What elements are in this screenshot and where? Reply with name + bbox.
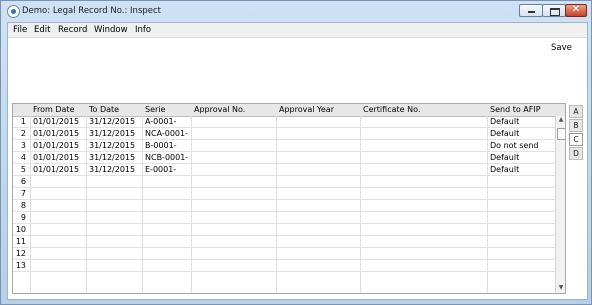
to-date-cell[interactable]: 31/12/2015: [89, 153, 135, 162]
from-date-cell[interactable]: 01/01/2015: [33, 117, 79, 126]
table-row[interactable]: 6: [13, 176, 556, 188]
row-number: 1: [20, 117, 26, 126]
row-number: 2: [20, 129, 26, 138]
maximize-icon: [550, 8, 560, 16]
table-row[interactable]: 4 01/01/2015 31/12/2015 NCB-0001- Defaul…: [13, 152, 556, 164]
scroll-thumb[interactable]: [557, 128, 565, 140]
serie-cell[interactable]: A-0001-: [145, 117, 176, 126]
row-number: 5: [20, 165, 26, 174]
row-number: 4: [20, 153, 26, 162]
menu-bar: File Edit Record Window Info: [8, 23, 587, 38]
menu-record[interactable]: Record: [58, 25, 87, 35]
client-area: File Edit Record Window Info Save From D…: [7, 22, 588, 300]
tab-b[interactable]: B: [569, 119, 583, 132]
to-date-cell[interactable]: 31/12/2015: [89, 117, 135, 126]
minimize-icon: [528, 11, 535, 13]
column-header-serie[interactable]: Serie: [145, 105, 165, 114]
row-number: 12: [15, 249, 26, 258]
send-to-afip-cell[interactable]: Default: [490, 117, 519, 126]
row-number: 6: [20, 177, 26, 186]
serie-cell[interactable]: B-0001-: [145, 141, 177, 150]
table-row[interactable]: 12: [13, 248, 556, 260]
column-header-send-to-afip[interactable]: Send to AFIP: [490, 105, 541, 114]
from-date-cell[interactable]: 01/01/2015: [33, 141, 79, 150]
serie-cell[interactable]: NCB-0001-: [145, 153, 188, 162]
send-to-afip-cell[interactable]: Default: [490, 129, 519, 138]
close-icon: ✕: [571, 4, 581, 15]
column-header-approval-no[interactable]: Approval No.: [194, 105, 245, 114]
column-header-approval-year[interactable]: Approval Year: [279, 105, 334, 114]
table-row[interactable]: 7: [13, 188, 556, 200]
row-number: 11: [15, 237, 26, 246]
table-row[interactable]: 1 01/01/2015 31/12/2015 A-0001- Default: [13, 116, 556, 128]
tab-d[interactable]: D: [569, 147, 583, 160]
from-date-cell[interactable]: 01/01/2015: [33, 165, 79, 174]
serie-cell[interactable]: NCA-0001-: [145, 129, 188, 138]
menu-edit[interactable]: Edit: [34, 25, 50, 35]
table-row[interactable]: 11: [13, 236, 556, 248]
row-number: 7: [20, 189, 26, 198]
vertical-scrollbar[interactable]: ▲ ▼: [555, 116, 565, 293]
table-row[interactable]: 8: [13, 200, 556, 212]
minimize-button[interactable]: [519, 4, 543, 17]
row-number: 10: [15, 225, 26, 234]
app-window: Demo: Legal Record No.: Inspect ✕ File E…: [0, 0, 592, 305]
table-row[interactable]: 5 01/01/2015 31/12/2015 E-0001- Default: [13, 164, 556, 176]
row-number: 8: [20, 201, 26, 210]
menu-file[interactable]: File: [13, 25, 27, 35]
save-button[interactable]: Save: [551, 43, 572, 53]
table-row[interactable]: 2 01/01/2015 31/12/2015 NCA-0001- Defaul…: [13, 128, 556, 140]
row-number: 13: [15, 261, 26, 270]
table-row[interactable]: 9: [13, 212, 556, 224]
to-date-cell[interactable]: 31/12/2015: [89, 165, 135, 174]
table-row[interactable]: 10: [13, 224, 556, 236]
table-row[interactable]: 13: [13, 260, 556, 272]
from-date-cell[interactable]: 01/01/2015: [33, 129, 79, 138]
row-number: 9: [20, 213, 26, 222]
menu-info[interactable]: Info: [135, 25, 151, 35]
serie-cell[interactable]: E-0001-: [145, 165, 176, 174]
menu-window[interactable]: Window: [94, 25, 128, 35]
to-date-cell[interactable]: 31/12/2015: [89, 129, 135, 138]
window-title: Demo: Legal Record No.: Inspect: [22, 6, 162, 16]
close-button[interactable]: ✕: [565, 4, 587, 17]
from-date-cell[interactable]: 01/01/2015: [33, 153, 79, 162]
to-date-cell[interactable]: 31/12/2015: [89, 141, 135, 150]
maximize-button[interactable]: [542, 4, 566, 17]
send-to-afip-cell[interactable]: Default: [490, 165, 519, 174]
tab-c[interactable]: C: [569, 133, 583, 146]
data-grid: From Date To Date Serie Approval No. App…: [12, 103, 566, 294]
row-number: 3: [20, 141, 26, 150]
scroll-down-icon[interactable]: ▼: [556, 284, 565, 293]
title-bar[interactable]: Demo: Legal Record No.: Inspect ✕: [1, 1, 591, 21]
table-row[interactable]: 3 01/01/2015 31/12/2015 B-0001- Do not s…: [13, 140, 556, 152]
scroll-up-icon[interactable]: ▲: [556, 116, 565, 125]
app-icon: [7, 5, 20, 18]
column-header-certificate-no[interactable]: Certificate No.: [363, 105, 420, 114]
column-header-to-date[interactable]: To Date: [89, 105, 119, 114]
tab-a[interactable]: A: [569, 105, 583, 118]
send-to-afip-cell[interactable]: Default: [490, 153, 519, 162]
send-to-afip-cell[interactable]: Do not send: [490, 141, 538, 150]
column-header-from-date[interactable]: From Date: [33, 105, 74, 114]
